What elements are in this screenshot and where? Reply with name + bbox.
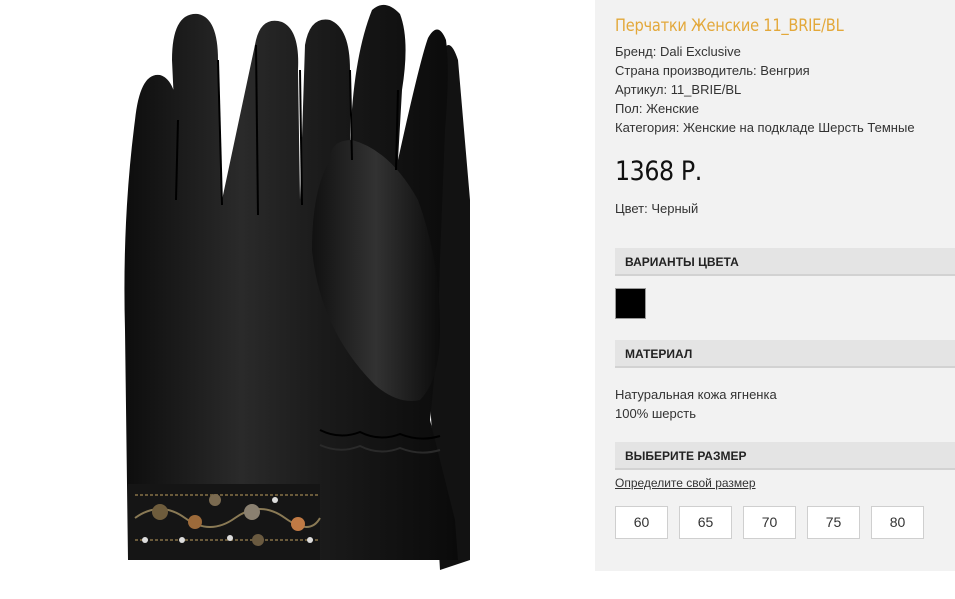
- product-image[interactable]: [0, 0, 595, 599]
- product-price: 1368 Р.: [615, 156, 702, 187]
- gender-line: Пол: Женские: [615, 101, 700, 116]
- glove-illustration: [124, 4, 470, 570]
- size-button-60[interactable]: 60: [615, 506, 668, 539]
- size-guide-link[interactable]: Определите свой размер: [615, 476, 756, 490]
- color-variants-heading: ВАРИАНТЫ ЦВЕТА: [615, 248, 955, 276]
- material-text: Натуральная кожа ягненка 100% шерсть: [615, 385, 777, 423]
- category-line: Категория: Женские на подкладе Шерсть Те…: [615, 120, 915, 135]
- size-heading: ВЫБЕРИТЕ РАЗМЕР: [615, 442, 955, 470]
- color-line: Цвет: Черный: [615, 201, 699, 216]
- product-specs: Бренд: Dali Exclusive Страна производите…: [615, 42, 915, 137]
- material-line: Натуральная кожа ягненка: [615, 387, 777, 402]
- size-options: 60 65 70 75 80: [615, 506, 924, 539]
- product-title: Перчатки Женские 11_BRIE/BL: [615, 16, 844, 36]
- material-heading: МАТЕРИАЛ: [615, 340, 955, 368]
- country-line: Страна производитель: Венгрия: [615, 63, 810, 78]
- size-button-65[interactable]: 65: [679, 506, 732, 539]
- color-swatch-black[interactable]: [615, 288, 646, 319]
- material-line: 100% шерсть: [615, 406, 696, 421]
- article-line: Артикул: 11_BRIE/BL: [615, 82, 742, 97]
- product-info-panel: Перчатки Женские 11_BRIE/BL Бренд: Dali …: [595, 0, 955, 571]
- size-button-75[interactable]: 75: [807, 506, 860, 539]
- size-button-70[interactable]: 70: [743, 506, 796, 539]
- brand-line: Бренд: Dali Exclusive: [615, 44, 741, 59]
- size-button-80[interactable]: 80: [871, 506, 924, 539]
